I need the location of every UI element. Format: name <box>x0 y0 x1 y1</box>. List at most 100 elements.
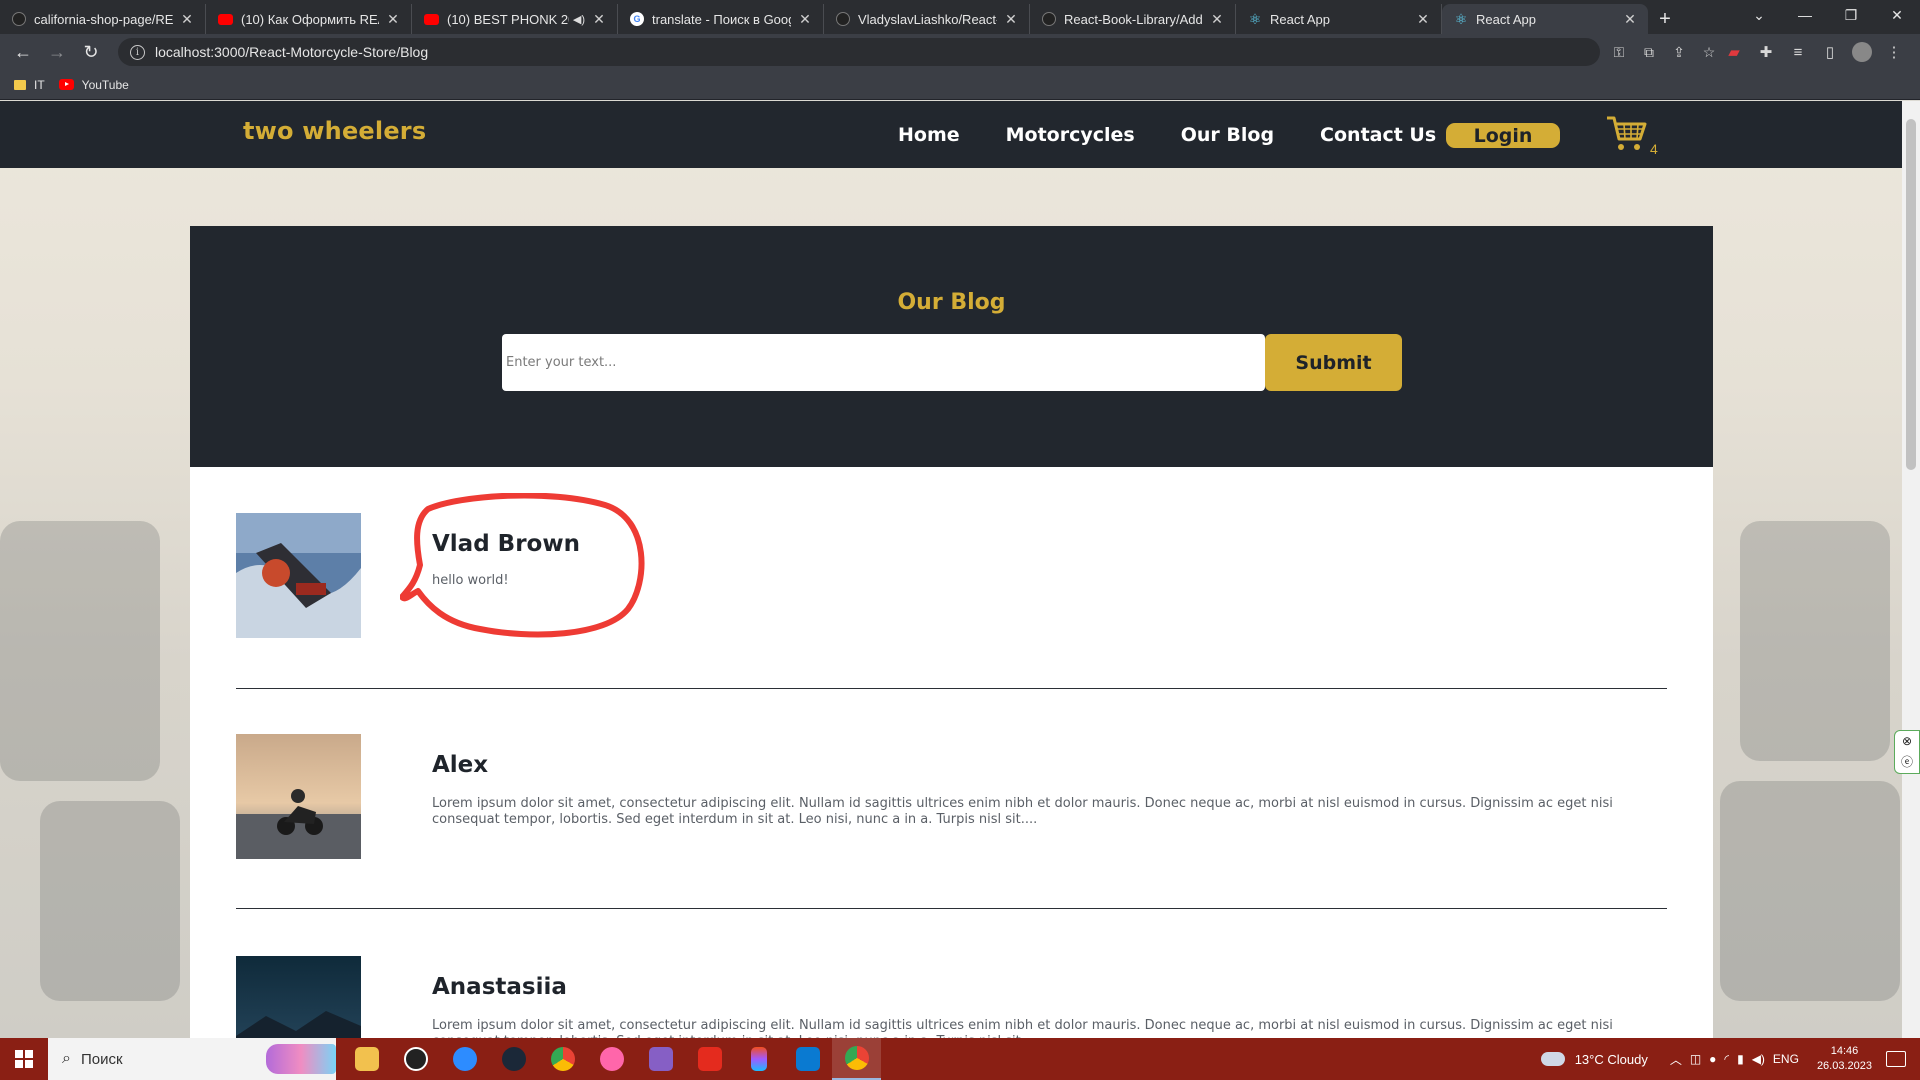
close-window-button[interactable]: ✕ <box>1874 0 1920 30</box>
side-panel-icon[interactable]: ▯ <box>1814 43 1846 61</box>
nav-contact-us[interactable]: Contact Us <box>1320 124 1436 146</box>
new-tab-button[interactable]: + <box>1648 4 1682 34</box>
clock[interactable]: 14:46 26.03.2023 <box>1817 1044 1872 1074</box>
volume-icon[interactable]: ◀) <box>1752 1052 1765 1066</box>
bookmarks-bar: IT YouTube <box>0 70 1920 100</box>
clock-date: 26.03.2023 <box>1816 1060 1872 1072</box>
menu-icon[interactable]: ⋮ <box>1878 43 1910 61</box>
cart-icon[interactable] <box>1606 115 1648 153</box>
close-tab-icon[interactable]: ✕ <box>1209 11 1225 28</box>
taskbar-search[interactable]: ⌕ Поиск <box>48 1038 336 1080</box>
minimize-button[interactable]: — <box>1782 0 1828 30</box>
chrome-icon[interactable] <box>538 1038 587 1080</box>
browser-tab[interactable]: (10) Как Оформить READI ✕ <box>206 4 412 34</box>
cloud-icon <box>1540 1052 1565 1066</box>
browser-tab[interactable]: ⚛ React App ✕ <box>1236 4 1442 34</box>
browser-tab-strip: california-shop-page/READ ✕ (10) Как Офор… <box>0 0 1920 34</box>
figma-icon[interactable] <box>734 1038 783 1080</box>
profile-avatar[interactable] <box>1852 42 1872 62</box>
scrollbar-thumb[interactable] <box>1906 119 1916 470</box>
key-icon[interactable]: ⚿ <box>1604 44 1634 61</box>
browser-tab-active[interactable]: ⚛ React App ✕ <box>1442 4 1648 34</box>
close-tab-icon[interactable]: ✕ <box>1415 11 1431 28</box>
vscode-icon[interactable] <box>783 1038 832 1080</box>
speaker-icon[interactable]: ◀) <box>573 13 585 26</box>
browser-tab[interactable]: california-shop-page/READ ✕ <box>0 4 206 34</box>
translate-icon[interactable]: ⧉ <box>1634 44 1664 61</box>
folder-icon <box>14 79 26 90</box>
browser-tab[interactable]: Gtranslate - Поиск в Google ✕ <box>618 4 824 34</box>
osu-icon[interactable] <box>587 1038 636 1080</box>
page-viewport: two wheelers Home Motorcycles Our Blog C… <box>0 101 1902 1038</box>
youtube-icon <box>424 13 439 25</box>
side-widget[interactable]: ⊗ ⓔ <box>1894 730 1920 774</box>
reload-button[interactable]: ↻ <box>76 37 106 67</box>
chevron-up-icon[interactable]: ︿ <box>1670 1051 1682 1068</box>
react-icon: ⚛ <box>1248 10 1262 27</box>
bookmark-youtube[interactable]: YouTube <box>58 78 129 92</box>
post-text: hello world! <box>432 573 509 588</box>
close-tab-icon[interactable]: ✕ <box>179 11 195 28</box>
clock-time: 14:46 <box>1830 1045 1859 1057</box>
nav-our-blog[interactable]: Our Blog <box>1181 124 1274 146</box>
url-text: localhost:3000/React-Motorcycle-Store/Bl… <box>155 44 429 60</box>
restore-button[interactable]: ❐ <box>1828 0 1874 30</box>
nav-home[interactable]: Home <box>898 124 960 146</box>
post-author: Anastasiia <box>432 974 567 1000</box>
notifications-icon[interactable] <box>1886 1051 1906 1067</box>
microphone-icon[interactable]: ▮ <box>1737 1052 1744 1066</box>
close-tab-icon[interactable]: ✕ <box>797 11 813 28</box>
bookmark-folder-it[interactable]: IT <box>14 78 45 92</box>
tab-title: california-shop-page/READ <box>34 11 173 27</box>
address-bar[interactable]: i localhost:3000/React-Motorcycle-Store/… <box>118 38 1600 66</box>
search-placeholder: Поиск <box>80 1050 123 1068</box>
tray-app2-icon[interactable]: ● <box>1709 1052 1716 1066</box>
widget-e-icon[interactable]: ⓔ <box>1901 753 1913 770</box>
share-icon[interactable]: ⇪ <box>1664 44 1694 61</box>
file-explorer-icon[interactable] <box>342 1038 391 1080</box>
submit-button[interactable]: Submit <box>1265 334 1402 391</box>
speedometer-app-icon[interactable] <box>391 1038 440 1080</box>
acrobat-icon[interactable] <box>685 1038 734 1080</box>
start-button[interactable] <box>0 1038 48 1080</box>
blog-post-input[interactable] <box>502 334 1265 391</box>
back-button[interactable]: ← <box>8 37 38 67</box>
browser-toolbar: ← → ↻ i localhost:3000/React-Motorcycle-… <box>0 34 1920 70</box>
reading-list-icon[interactable]: ≡ <box>1782 44 1814 61</box>
tab-search-icon[interactable]: ⌄ <box>1736 0 1782 30</box>
extension-icon[interactable]: ▰ <box>1718 43 1750 61</box>
tab-title: React App <box>1270 11 1330 27</box>
brand-logo[interactable]: two wheelers <box>243 117 426 145</box>
post-image <box>236 513 361 638</box>
browser-tab[interactable]: VladyslavLiashko/React-M ✕ <box>824 4 1030 34</box>
puzzle-icon[interactable]: ✚ <box>1750 43 1782 61</box>
post-text: Lorem ipsum dolor sit amet, consectetur … <box>432 1018 1613 1038</box>
tab-title: VladyslavLiashko/React-M <box>858 11 997 27</box>
nav-motorcycles[interactable]: Motorcycles <box>1006 124 1135 146</box>
visual-studio-icon[interactable] <box>636 1038 685 1080</box>
zoom-icon[interactable] <box>440 1038 489 1080</box>
close-widget-icon[interactable]: ⊗ <box>1902 734 1912 748</box>
cart-count-badge: 4 <box>1650 141 1658 157</box>
post-author: Vlad Brown <box>432 531 580 557</box>
chrome-active-icon[interactable] <box>832 1038 881 1080</box>
weather-widget[interactable]: 13°C Cloudy <box>1540 1052 1648 1067</box>
tray-app-icon[interactable]: ◫ <box>1690 1052 1701 1066</box>
forward-button[interactable]: → <box>42 37 72 67</box>
post-author: Alex <box>432 752 489 778</box>
close-tab-icon[interactable]: ✕ <box>1003 11 1019 28</box>
browser-tab[interactable]: React-Book-Library/AddBo ✕ <box>1030 4 1236 34</box>
close-tab-icon[interactable]: ✕ <box>385 11 401 28</box>
language-indicator[interactable]: ENG <box>1773 1052 1799 1066</box>
taskbar-apps <box>342 1038 881 1080</box>
tab-title: (10) Как Оформить READI <box>241 11 379 27</box>
login-button[interactable]: Login <box>1446 123 1560 148</box>
site-info-icon[interactable]: i <box>130 44 145 60</box>
browser-tab[interactable]: (10) BEST PHONK 202 ◀) ✕ <box>412 4 618 34</box>
close-tab-icon[interactable]: ✕ <box>1622 11 1638 28</box>
page-title: Our Blog <box>897 290 1006 315</box>
wifi-icon[interactable]: ◜ <box>1724 1052 1729 1066</box>
close-tab-icon[interactable]: ✕ <box>591 11 607 28</box>
steam-icon[interactable] <box>489 1038 538 1080</box>
google-icon: G <box>630 12 644 26</box>
